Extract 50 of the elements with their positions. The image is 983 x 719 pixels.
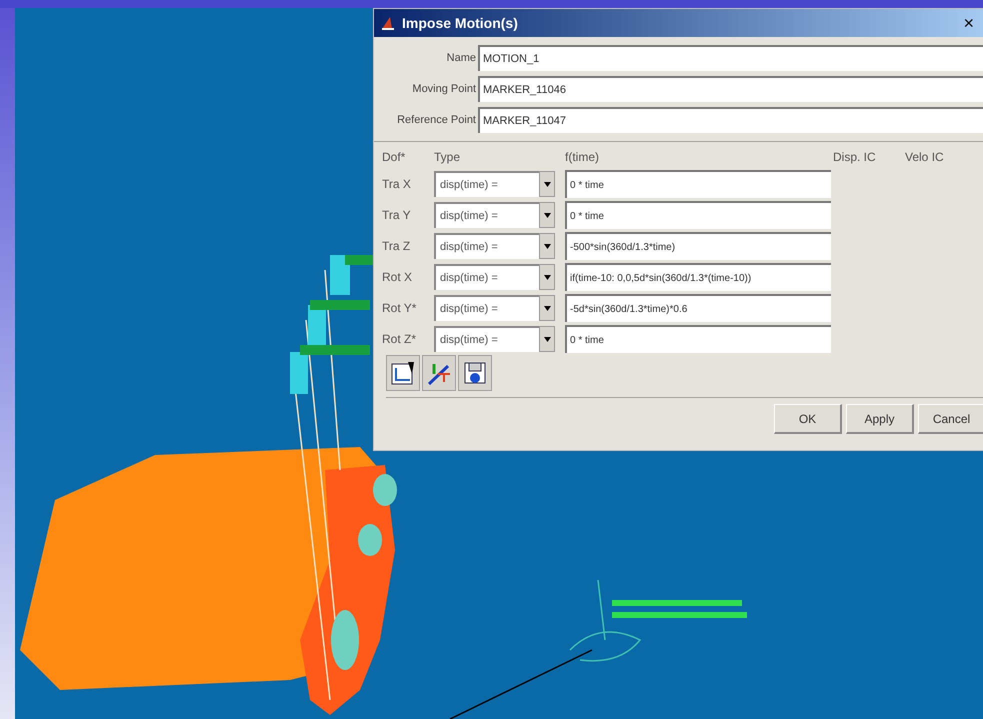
curve-icon[interactable] [422, 355, 456, 391]
expression-field[interactable]: 0 * time [565, 201, 831, 229]
dof-label: Rot Y* [382, 301, 416, 315]
caret-icon [544, 244, 550, 248]
expression-field[interactable]: -5d*sin(360d/1.3*time)*0.6 [565, 294, 831, 322]
dropdown-button[interactable] [539, 202, 555, 228]
caret-icon [544, 336, 550, 342]
dropdown-button[interactable] [539, 264, 555, 290]
text-field[interactable]: MARKER_11047 [478, 107, 983, 133]
dof-label: Rot Z* [382, 332, 416, 346]
column-header: f(time) [565, 150, 599, 164]
field-label: Moving Point [412, 82, 476, 97]
column-header: Type [434, 150, 460, 164]
type-dropdown[interactable]: disp(time) = [434, 295, 539, 321]
caret-icon [544, 306, 550, 310]
column-header: Dof* [382, 150, 406, 164]
type-dropdown[interactable]: disp(time) = [434, 202, 539, 228]
dropdown-button[interactable] [539, 171, 555, 197]
chart-icon[interactable] [386, 355, 420, 391]
type-dropdown[interactable]: disp(time) = [434, 264, 539, 290]
dialog-button[interactable]: Cancel [918, 404, 983, 434]
dof-label: Tra Y [382, 208, 411, 222]
caret-icon [544, 212, 550, 218]
field-label: Name [446, 50, 476, 66]
window-title: Impose Motion(s) [402, 14, 518, 33]
column-header: Disp. IC [833, 150, 876, 164]
text-field[interactable]: MARKER_11046 [478, 76, 983, 102]
type-dropdown[interactable]: disp(time) = [434, 326, 539, 352]
text-field[interactable]: MOTION_1 [478, 45, 983, 71]
expression-field[interactable]: 0 * time [565, 325, 831, 353]
dialog-button[interactable]: OK [774, 404, 842, 434]
close-button[interactable]: × [963, 14, 974, 32]
field-label: Reference Point [397, 112, 476, 128]
dof-label: Tra X [382, 177, 411, 191]
expression-field[interactable]: if(time-10: 0,0,5d*sin(360d/1.3*(time-10)) [565, 263, 831, 291]
expression-field[interactable]: 0 * time [565, 170, 831, 198]
save-icon[interactable] [458, 355, 492, 391]
caret-icon [544, 182, 550, 186]
dropdown-button[interactable] [539, 326, 555, 352]
dof-label: Tra Z [382, 239, 410, 253]
app-icon [380, 15, 396, 31]
type-dropdown[interactable]: disp(time) = [434, 171, 539, 197]
dropdown-button[interactable] [539, 233, 555, 259]
column-header: Velo IC [905, 150, 944, 164]
expression-field[interactable]: -500*sin(360d/1.3*time) [565, 232, 831, 260]
type-dropdown[interactable]: disp(time) = [434, 233, 539, 259]
caret-icon [544, 274, 550, 280]
dropdown-button[interactable] [539, 295, 555, 321]
dialog-button[interactable]: Apply [846, 404, 914, 434]
dof-label: Rot X [382, 270, 412, 284]
